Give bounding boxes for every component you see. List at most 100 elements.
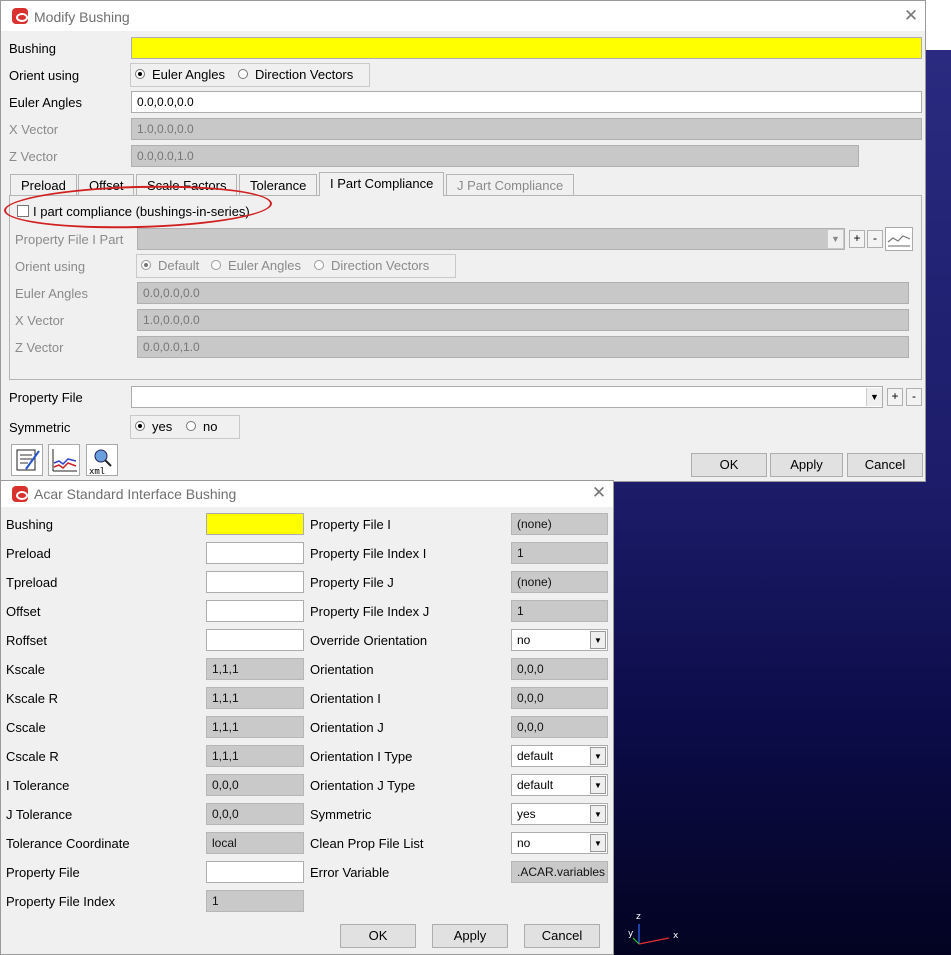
- acar-right-field: 0,0,0: [511, 716, 608, 738]
- z-vector-input: 0.0,0.0,1.0: [131, 145, 859, 167]
- chevron-down-icon[interactable]: ▼: [590, 747, 606, 765]
- acar-left-label: I Tolerance: [6, 778, 70, 793]
- acar-right-select[interactable]: no ▼: [511, 629, 608, 651]
- acar-right-select[interactable]: default ▼: [511, 745, 608, 767]
- property-editor-icon[interactable]: [11, 444, 43, 476]
- ipart-x-vector-label: X Vector: [15, 313, 65, 328]
- symmetric-no-radio[interactable]: [186, 421, 196, 431]
- acar-right-field: 1: [511, 542, 608, 564]
- acar-right-label: Property File J: [310, 575, 394, 590]
- ipart-euler-angles-input: 0.0,0.0,0.0: [137, 282, 909, 304]
- acar-left-field[interactable]: [206, 629, 304, 651]
- x-vector-label: X Vector: [9, 122, 59, 137]
- tab-j-part-compliance[interactable]: J Part Compliance: [446, 174, 575, 196]
- xml-file-icon[interactable]: xml: [86, 444, 118, 477]
- acar-left-field[interactable]: [206, 542, 304, 564]
- property-file-i-part-remove-button[interactable]: -: [867, 230, 883, 248]
- acar-right-select-value: no: [517, 633, 531, 647]
- acar-left-label: Property File: [6, 865, 80, 880]
- acar-right-label: Property File Index I: [310, 546, 427, 561]
- acar-apply-button[interactable]: Apply: [432, 924, 508, 948]
- svg-text:xml: xml: [89, 467, 105, 475]
- graphics-viewport-strip: [925, 50, 951, 480]
- acar-right-label: Symmetric: [310, 807, 372, 822]
- apply-button[interactable]: Apply: [770, 453, 843, 477]
- close-icon[interactable]: ✕: [589, 483, 609, 503]
- acar-left-field[interactable]: [206, 861, 304, 883]
- acar-dialog-title: Acar Standard Interface Bushing: [34, 486, 237, 502]
- acar-right-label: Orientation I: [310, 691, 381, 706]
- acar-left-label: Tpreload: [6, 575, 58, 590]
- ipart-euler-angles-radio[interactable]: [211, 260, 221, 270]
- acar-left-field[interactable]: [206, 513, 304, 535]
- ipart-orient-using-label: Orient using: [15, 259, 86, 274]
- acar-right-field: 0,0,0: [511, 658, 608, 680]
- ipart-default-radio[interactable]: [141, 260, 151, 270]
- acar-right-select-value: default: [517, 749, 554, 763]
- acar-right-field: (none): [511, 513, 608, 535]
- direction-vectors-option: Direction Vectors: [255, 67, 354, 82]
- acar-right-select[interactable]: default ▼: [511, 774, 608, 796]
- acar-titlebar[interactable]: Acar Standard Interface Bushing ✕: [1, 481, 613, 507]
- property-file-i-part-add-button[interactable]: +: [849, 230, 865, 248]
- property-file-dropdown[interactable]: ▼: [866, 388, 882, 406]
- acar-left-label: Cscale R: [6, 749, 59, 764]
- acar-right-label: Property File I: [310, 517, 391, 532]
- acar-left-field: 1,1,1: [206, 658, 304, 680]
- acar-right-label: Property File Index J: [310, 604, 430, 619]
- chevron-down-icon[interactable]: ▼: [590, 834, 606, 852]
- acar-right-field: (none): [511, 571, 608, 593]
- euler-angles-radio[interactable]: [135, 69, 145, 79]
- ipart-direction-vectors-radio[interactable]: [314, 260, 324, 270]
- acar-left-field[interactable]: [206, 571, 304, 593]
- chevron-down-icon[interactable]: ▼: [590, 631, 606, 649]
- curve-plot-icon[interactable]: [48, 444, 80, 476]
- euler-angles-option: Euler Angles: [152, 67, 225, 82]
- symmetric-yes-radio[interactable]: [135, 421, 145, 431]
- acar-right-select-value: yes: [517, 807, 536, 821]
- property-file-add-button[interactable]: +: [887, 388, 903, 406]
- euler-angles-label: Euler Angles: [9, 95, 82, 110]
- property-file-i-part-dropdown: ▼: [827, 230, 843, 248]
- ipart-euler-angles-option: Euler Angles: [228, 258, 301, 273]
- acar-left-field: local: [206, 832, 304, 854]
- cancel-button[interactable]: Cancel: [847, 453, 923, 477]
- graphics-viewport[interactable]: [613, 480, 951, 955]
- acar-left-label: Kscale R: [6, 691, 59, 706]
- curve-manager-icon[interactable]: [885, 227, 913, 251]
- app-logo-icon: [12, 486, 28, 502]
- ipart-z-vector-input: 0.0,0.0,1.0: [137, 336, 909, 358]
- euler-angles-input[interactable]: 0.0,0.0,0.0: [131, 91, 922, 113]
- close-icon[interactable]: ✕: [901, 6, 921, 26]
- acar-right-label: Override Orientation: [310, 633, 428, 648]
- bushing-input[interactable]: [131, 37, 922, 59]
- property-file-label: Property File: [9, 390, 83, 405]
- acar-right-select[interactable]: no ▼: [511, 832, 608, 854]
- acar-ok-button[interactable]: OK: [340, 924, 416, 948]
- symmetric-label: Symmetric: [9, 420, 71, 435]
- ipart-z-vector-label: Z Vector: [15, 340, 64, 355]
- property-file-i-part-label: Property File I Part: [15, 232, 124, 247]
- chevron-down-icon[interactable]: ▼: [590, 776, 606, 794]
- property-file-remove-button[interactable]: -: [906, 388, 922, 406]
- ipart-euler-angles-label: Euler Angles: [15, 286, 88, 301]
- acar-right-label: Orientation I Type: [310, 749, 413, 764]
- symmetric-group: [130, 415, 240, 439]
- acar-left-label: Tolerance Coordinate: [6, 836, 130, 851]
- acar-right-label: Orientation J Type: [310, 778, 416, 793]
- property-file-input[interactable]: [131, 386, 883, 408]
- acar-left-label: Bushing: [6, 517, 53, 532]
- modify-bushing-dialog: Modify Bushing ✕ Bushing Orient using Eu…: [0, 0, 926, 482]
- acar-right-select-value: no: [517, 836, 531, 850]
- symmetric-no-option: no: [203, 419, 218, 434]
- chevron-down-icon[interactable]: ▼: [590, 805, 606, 823]
- acar-left-label: Preload: [6, 546, 51, 561]
- acar-left-field[interactable]: [206, 600, 304, 622]
- direction-vectors-radio[interactable]: [238, 69, 248, 79]
- ok-button[interactable]: OK: [691, 453, 767, 477]
- acar-cancel-button[interactable]: Cancel: [524, 924, 600, 948]
- acar-bushing-dialog: Acar Standard Interface Bushing ✕ Bushin…: [0, 480, 614, 955]
- tab-i-part-compliance[interactable]: I Part Compliance: [319, 172, 445, 196]
- modify-bushing-titlebar[interactable]: Modify Bushing ✕: [1, 1, 925, 31]
- acar-right-select[interactable]: yes ▼: [511, 803, 608, 825]
